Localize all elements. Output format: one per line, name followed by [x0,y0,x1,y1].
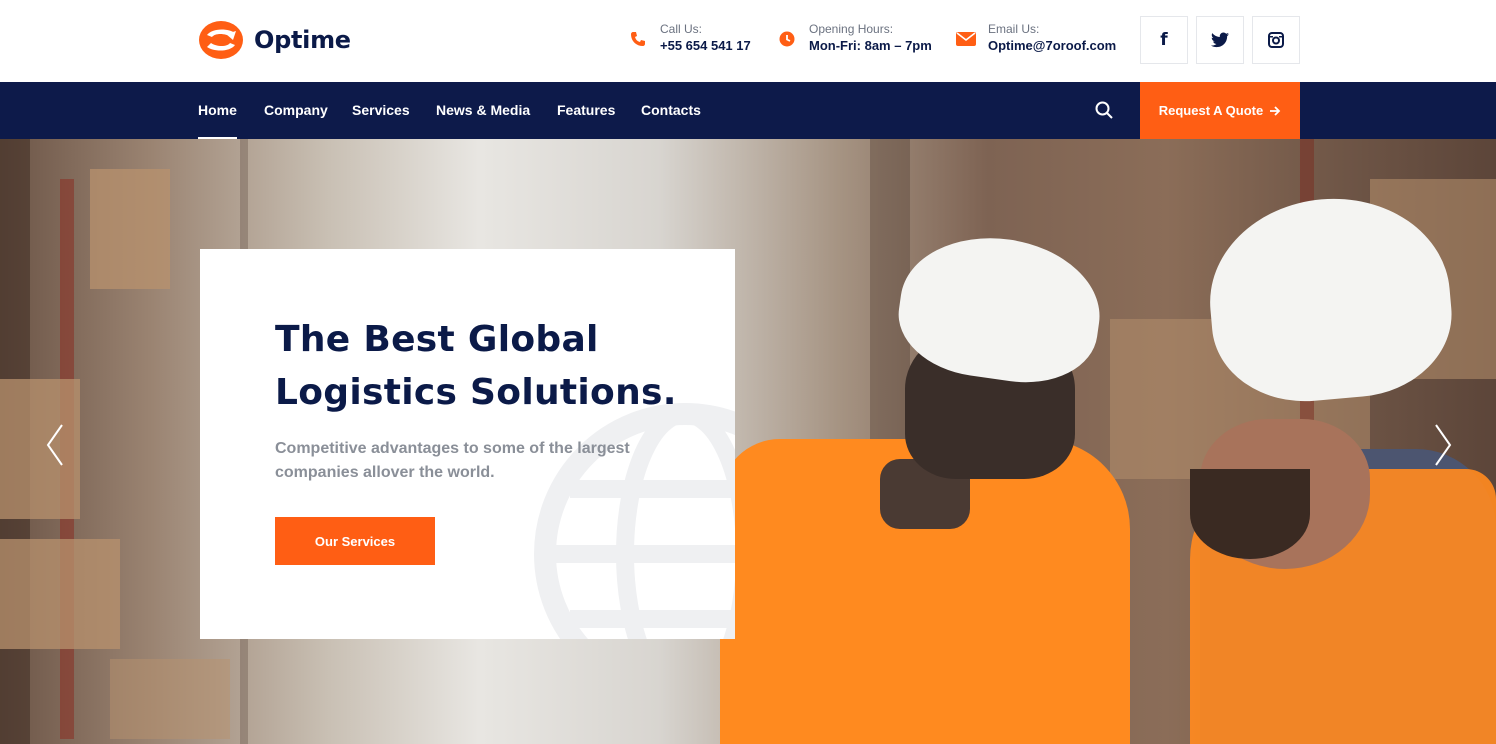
hero-title: The Best Global Logistics Solutions. [275,313,695,419]
slider-prev-arrow[interactable] [42,421,66,469]
contact-phone[interactable]: Call Us: +55 654 541 17 [628,22,751,56]
contact-email[interactable]: Email Us: Optime@7oroof.com [956,22,1116,56]
contact-value: Mon-Fri: 8am – 7pm [809,38,932,53]
contact-label: Email Us: [988,22,1040,36]
hero-title-line: Logistics Solutions. [275,372,677,413]
logo-icon [199,21,243,59]
contact-label: Opening Hours: [809,22,894,36]
twitter-link[interactable] [1196,16,1244,64]
contact-label: Call Us: [660,22,703,36]
arrow-right-icon [1270,105,1281,116]
hero-slider: The Best Global Logistics Solutions. Com… [0,139,1496,744]
phone-icon [628,29,648,49]
nav-item-features[interactable]: Features [557,82,615,139]
request-quote-button[interactable]: Request A Quote [1140,82,1300,139]
nav-item-news-media[interactable]: News & Media [436,82,530,139]
nav-item-services[interactable]: Services [352,82,410,139]
hero-subtitle-line: Competitive advantages to some of the la… [275,440,630,457]
nav-item-home[interactable]: Home [198,82,237,139]
logo[interactable]: Optime [198,20,351,60]
contact-value: Optime@7oroof.com [988,38,1117,53]
twitter-icon [1211,32,1229,48]
search-icon[interactable] [1094,100,1114,120]
header-topbar: Optime Call Us: +55 654 541 17 Opening H… [0,0,1496,82]
hero-subtitle-line: companies allover the world. [275,464,495,481]
instagram-icon [1268,32,1284,48]
our-services-button[interactable]: Our Services [275,517,435,565]
facebook-icon: f [1160,30,1168,50]
hero-subtitle: Competitive advantages to some of the la… [275,437,655,485]
nav-item-contacts[interactable]: Contacts [641,82,701,139]
contact-hours: Opening Hours: Mon-Fri: 8am – 7pm [777,22,932,56]
facebook-link[interactable]: f [1140,16,1188,64]
nav-item-company[interactable]: Company [264,82,328,139]
hero-card: The Best Global Logistics Solutions. Com… [200,249,735,639]
request-quote-label: Request A Quote [1158,103,1264,118]
hero-title-line: The Best Global [275,319,599,360]
clock-icon [777,29,797,49]
logo-text: Optime [254,26,351,54]
envelope-icon [956,29,976,49]
slider-next-arrow[interactable] [1432,421,1456,469]
main-nav: Home Company Services News & Media Featu… [0,82,1496,139]
globe-icon [534,403,735,639]
instagram-link[interactable] [1252,16,1300,64]
contact-value: +55 654 541 17 [660,38,751,53]
